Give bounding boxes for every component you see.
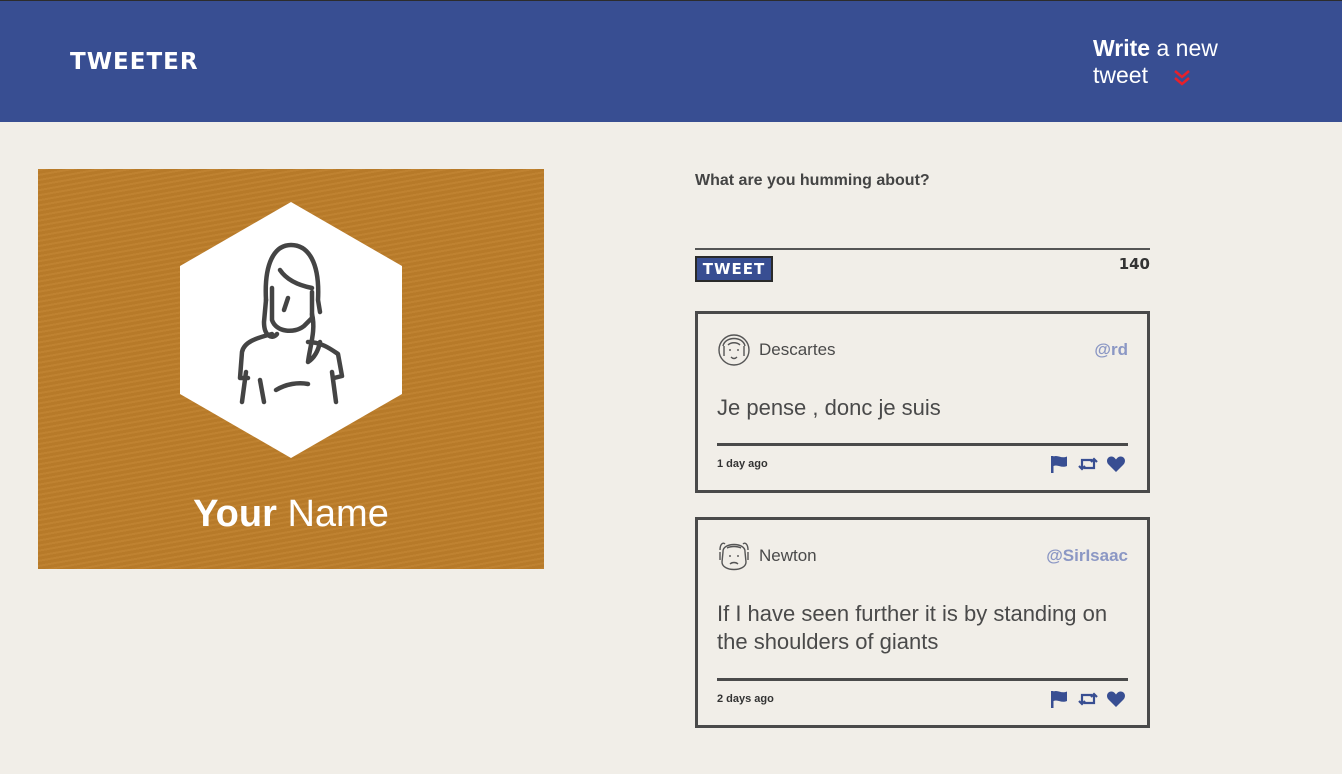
tweet-header: Newton @SirIsaac [717, 538, 1128, 574]
profile-name-light: Name [276, 493, 389, 535]
profile-name: Your Name [38, 493, 544, 536]
tweet-timestamp: 2 days ago [717, 693, 774, 705]
compose-toggle-strong: Write [1093, 35, 1151, 61]
profile-name-strong: Your [193, 493, 277, 535]
write-new-tweet-toggle[interactable]: Write a new tweet [1093, 35, 1278, 89]
flag-icon[interactable] [1049, 454, 1071, 474]
descartes-avatar [718, 334, 750, 366]
tweet-author[interactable]: Descartes [759, 340, 836, 360]
tweet-card: Newton @SirIsaac If I have seen further … [695, 517, 1150, 728]
heart-icon[interactable] [1106, 689, 1128, 709]
flag-icon[interactable] [1049, 689, 1071, 709]
newton-avatar [719, 542, 749, 571]
tweet-actions [1047, 689, 1128, 709]
character-counter: 140 [1118, 255, 1150, 273]
retweet-icon[interactable] [1077, 689, 1100, 709]
tweet-composer: What are you humming about? TWEET 140 [695, 172, 1150, 282]
tweet-timestamp: 1 day ago [717, 458, 768, 470]
profile-card: Your Name [38, 169, 544, 569]
composer-label: What are you humming about? [695, 172, 930, 189]
heart-icon[interactable] [1106, 454, 1128, 474]
tweet-submit-button[interactable]: TWEET [695, 256, 773, 282]
top-nav-bar: TWEETER Write a new tweet [0, 0, 1342, 122]
app-logo[interactable]: TWEETER [70, 49, 199, 75]
tweet-header: Descartes @rd [717, 332, 1128, 368]
tweet-text: Je pense , donc je suis [717, 395, 941, 420]
tweet-text: If I have seen further it is by standing… [717, 601, 1108, 654]
profile-avatar [180, 202, 402, 458]
retweet-icon[interactable] [1077, 454, 1100, 474]
tweet-card: Descartes @rd Je pense , donc je suis 1 … [695, 311, 1150, 493]
tweet-footer: 1 day ago [717, 443, 1128, 483]
tweet-text-input[interactable] [695, 198, 1150, 250]
tweet-handle[interactable]: @rd [1094, 340, 1128, 360]
tweet-actions [1047, 454, 1128, 474]
chevron-double-down-icon[interactable] [1172, 68, 1192, 88]
tweet-handle[interactable]: @SirIsaac [1046, 546, 1128, 566]
tweet-author[interactable]: Newton [759, 546, 817, 566]
tweet-footer: 2 days ago [717, 678, 1128, 718]
